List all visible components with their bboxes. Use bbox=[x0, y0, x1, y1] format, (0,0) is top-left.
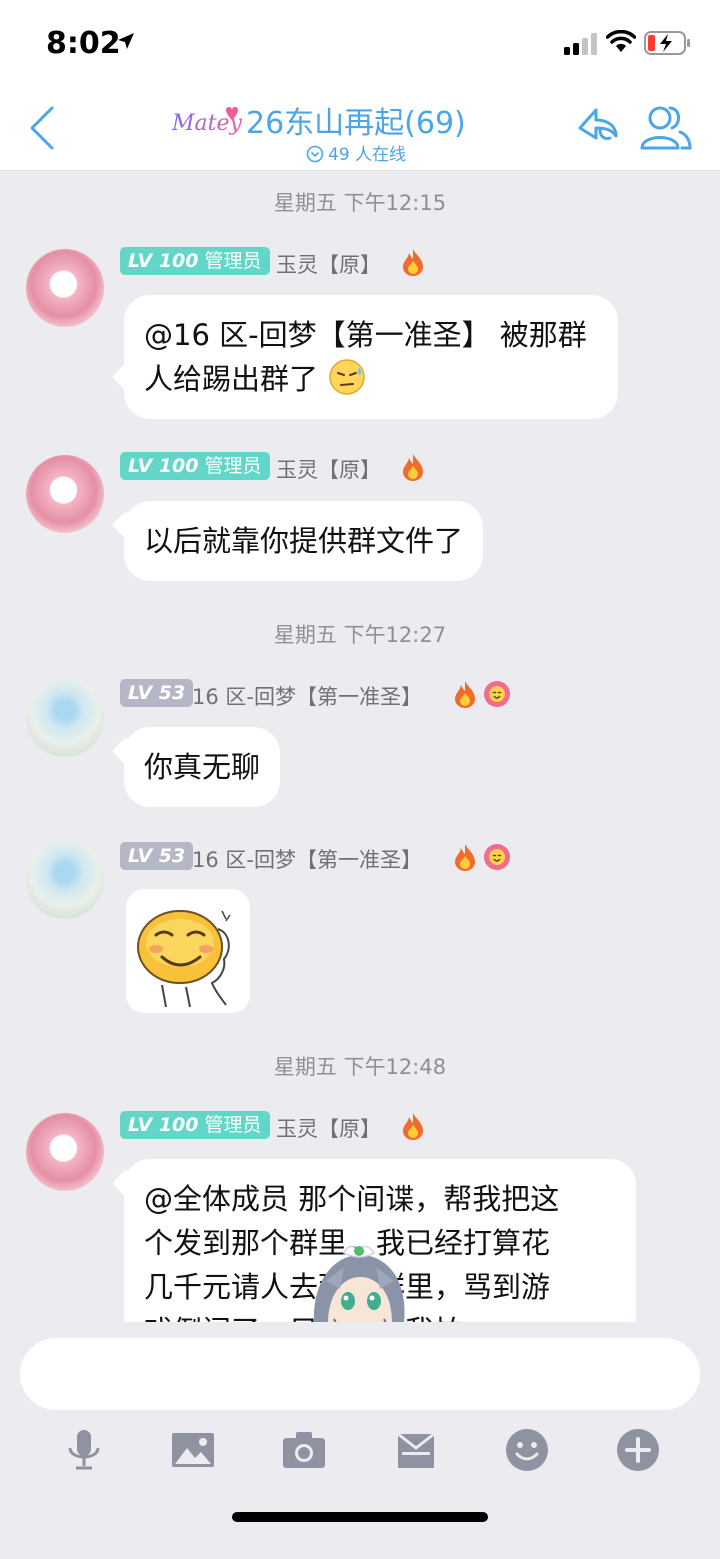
message-bubble[interactable]: @16 区-回梦【第一准圣】 被那群人给踢出群了 bbox=[124, 295, 618, 419]
flower-emoji-icon bbox=[484, 844, 510, 870]
members-icon[interactable] bbox=[638, 102, 692, 152]
level-badge-label: LV 53 bbox=[128, 845, 186, 867]
group-title-block[interactable]: Matey 26东山再起(69) 49 人在线 bbox=[170, 94, 550, 165]
back-chevron-icon[interactable] bbox=[26, 104, 58, 152]
message-bubble[interactable]: 以后就靠你提供群文件了 bbox=[124, 501, 484, 581]
time-separator: 星期五 下午12:15 bbox=[273, 191, 447, 215]
level-badge: LV 53 bbox=[120, 842, 194, 870]
message-text: 以后就靠你提供群文件了 bbox=[144, 524, 464, 558]
smile-sticker[interactable] bbox=[126, 889, 250, 1013]
level-badge: LV 53 bbox=[120, 679, 194, 707]
level-badge-label: LV 100 bbox=[128, 1114, 199, 1136]
cellular-signal-icon bbox=[564, 33, 597, 55]
fire-icon bbox=[403, 454, 423, 481]
avatar[interactable] bbox=[26, 249, 104, 327]
message-text-line: @全体成员 那个间谍，帮我把这 bbox=[144, 1182, 560, 1216]
sync-icon[interactable] bbox=[574, 106, 622, 150]
group-title: 26东山再起(69) bbox=[246, 106, 466, 141]
online-count: 49 人在线 bbox=[306, 140, 406, 165]
level-badge: LV 100 管理员 bbox=[120, 452, 270, 480]
sweat-emoji-icon bbox=[329, 359, 365, 395]
status-bar: 8:02 bbox=[0, 0, 720, 88]
home-indicator[interactable] bbox=[232, 1512, 488, 1522]
flower-emoji-icon bbox=[484, 681, 510, 707]
image-icon[interactable] bbox=[171, 1428, 215, 1472]
level-badge: LV 100 管理员 bbox=[120, 1111, 270, 1139]
camera-icon[interactable] bbox=[282, 1428, 326, 1472]
time-separator: 星期五 下午12:27 bbox=[273, 623, 447, 647]
location-arrow-icon bbox=[118, 33, 134, 49]
wifi-icon bbox=[606, 30, 636, 52]
fire-icon bbox=[403, 249, 423, 276]
level-badge-label: LV 100 bbox=[128, 250, 199, 272]
chat-header: Matey 26东山再起(69) 49 人在线 bbox=[0, 88, 720, 171]
sender-name[interactable]: 玉灵【原】 bbox=[276, 454, 381, 484]
avatar[interactable] bbox=[26, 1113, 104, 1191]
avatar[interactable] bbox=[26, 679, 104, 757]
fire-icon bbox=[403, 1113, 423, 1140]
role-badge-label: 管理员 bbox=[204, 455, 262, 477]
sender-name[interactable]: 16 区-回梦【第一准圣】 bbox=[192, 844, 422, 874]
matey-logo: Matey bbox=[171, 107, 242, 136]
fire-icon bbox=[455, 844, 475, 871]
gift-box-icon[interactable] bbox=[394, 1428, 438, 1472]
floating-mascot-icon[interactable] bbox=[304, 1241, 414, 1322]
plus-icon[interactable] bbox=[616, 1428, 660, 1472]
microphone-icon[interactable] bbox=[62, 1428, 106, 1472]
chat-message-list[interactable]: 星期五 下午12:15 LV 100 管理员 玉灵【原】 @16 区-回梦【第一… bbox=[0, 171, 720, 1322]
online-count-label: 49 人在线 bbox=[328, 145, 407, 165]
chevron-circle-icon bbox=[306, 145, 324, 163]
status-time: 8:02 bbox=[46, 26, 121, 61]
sender-name[interactable]: 16 区-回梦【第一准圣】 bbox=[192, 681, 422, 711]
level-badge-label: LV 53 bbox=[128, 682, 186, 704]
message-bubble[interactable]: 你真无聊 bbox=[124, 727, 281, 807]
role-badge-label: 管理员 bbox=[204, 250, 262, 272]
smile-sticker-icon bbox=[137, 910, 231, 1008]
sender-name[interactable]: 玉灵【原】 bbox=[276, 249, 381, 279]
role-badge-label: 管理员 bbox=[204, 1114, 262, 1136]
time-separator: 星期五 下午12:48 bbox=[273, 1055, 447, 1079]
emoji-icon[interactable] bbox=[505, 1428, 549, 1472]
battery-charging-icon bbox=[644, 31, 690, 55]
message-input[interactable] bbox=[20, 1338, 700, 1410]
message-text: 你真无聊 bbox=[144, 750, 261, 784]
level-badge-label: LV 100 bbox=[128, 455, 199, 477]
avatar[interactable] bbox=[26, 841, 104, 919]
avatar[interactable] bbox=[26, 455, 104, 533]
composer bbox=[0, 1322, 720, 1559]
fire-icon bbox=[455, 681, 475, 708]
level-badge: LV 100 管理员 bbox=[120, 247, 270, 275]
sender-name[interactable]: 玉灵【原】 bbox=[276, 1113, 381, 1143]
